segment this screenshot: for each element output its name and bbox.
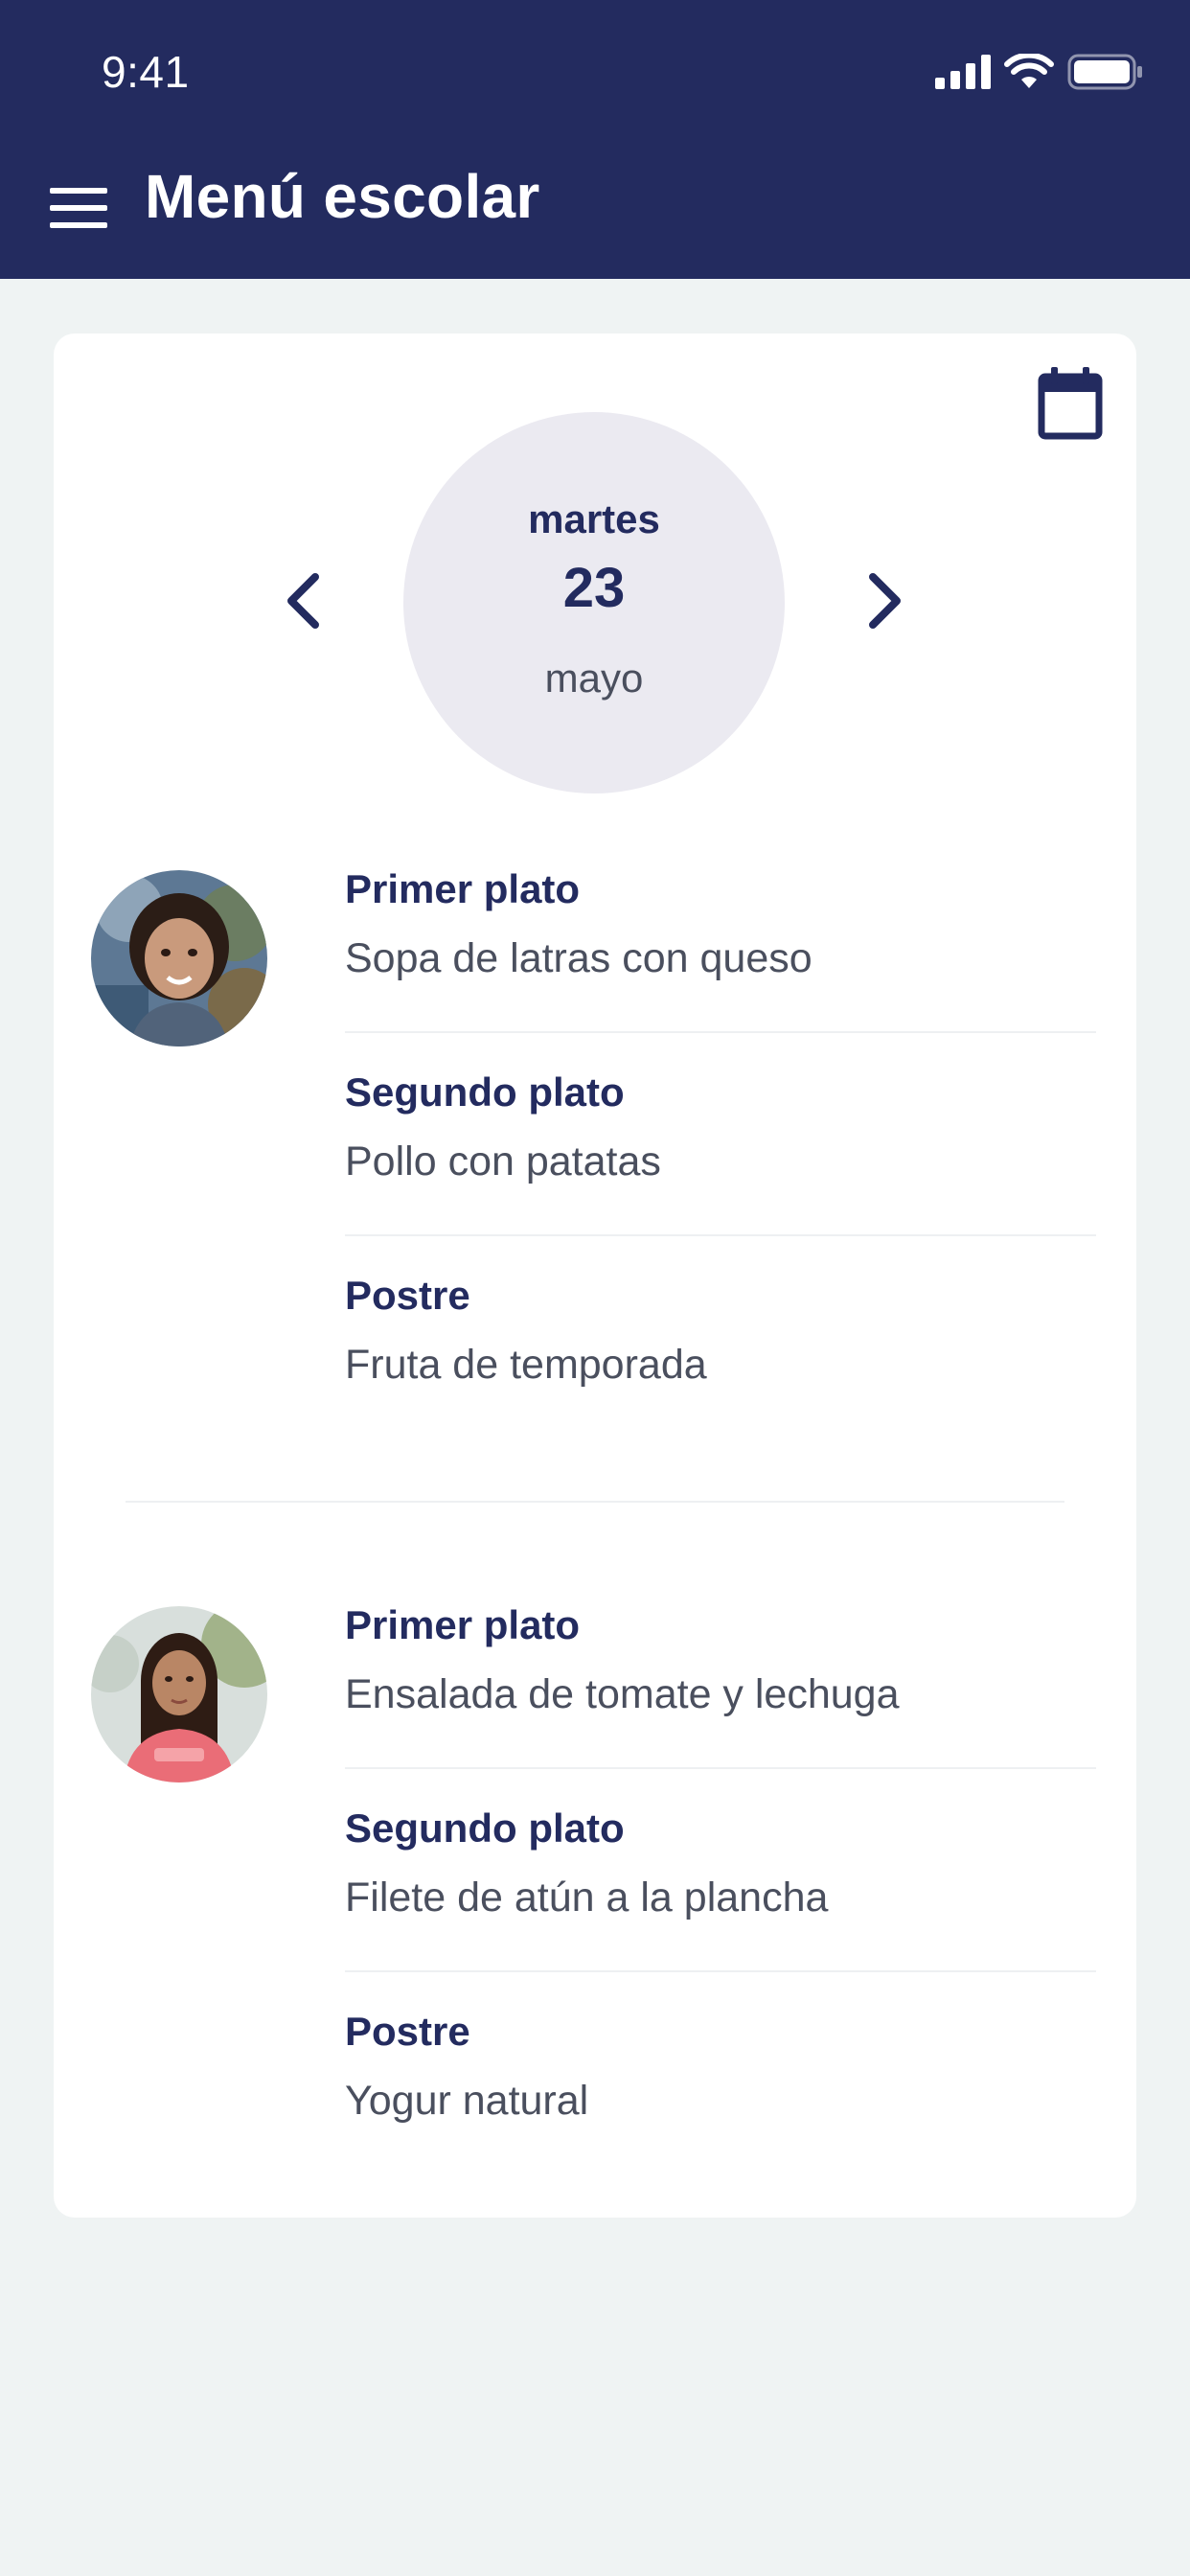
calendar-icon[interactable] [1035,365,1106,442]
course-dish: Yogur natural [345,2078,589,2124]
course-label: Primer plato [345,866,581,911]
status-time: 9:41 [102,47,190,97]
avatar [91,1606,267,1782]
divider [345,1970,1096,1972]
menu-line [50,222,107,228]
section-divider [126,1501,1064,1503]
chevron-left-icon[interactable] [270,558,337,644]
menu-line [50,205,107,211]
date-day: 23 [562,557,626,619]
course-label: Postre [345,1273,470,1318]
date-weekday: martes [528,496,660,541]
course-dish: Fruta de temporada [345,1342,707,1388]
battery-icon [1067,54,1142,90]
course-label: Primer plato [345,1602,581,1647]
course-dish: Ensalada de tomate y lechuga [345,1671,900,1717]
date-display: martes 23 mayo [403,412,785,794]
course-label: Segundo plato [345,1070,625,1115]
divider [345,1031,1096,1033]
menu-line [50,188,107,194]
app-header: 9:41 Menú escolar [0,0,1190,279]
divider [345,1234,1096,1236]
menu-card: martes 23 mayo Primer plato Sopa de latr… [54,334,1136,2218]
avatar [91,870,267,1046]
course-label: Postre [345,2009,470,2054]
course-dish: Pollo con patatas [345,1138,661,1184]
divider [345,1767,1096,1769]
page-title: Menú escolar [145,162,540,231]
wifi-icon [1004,54,1054,88]
status-icons [935,54,1144,90]
date-month: mayo [544,656,644,701]
course-dish: Sopa de latras con queso [345,935,812,981]
course-label: Segundo plato [345,1806,625,1851]
cellular-signal-icon [935,55,991,89]
course-dish: Filete de atún a la plancha [345,1874,829,1920]
chevron-right-icon[interactable] [851,558,918,644]
hamburger-menu-icon[interactable] [50,188,109,228]
